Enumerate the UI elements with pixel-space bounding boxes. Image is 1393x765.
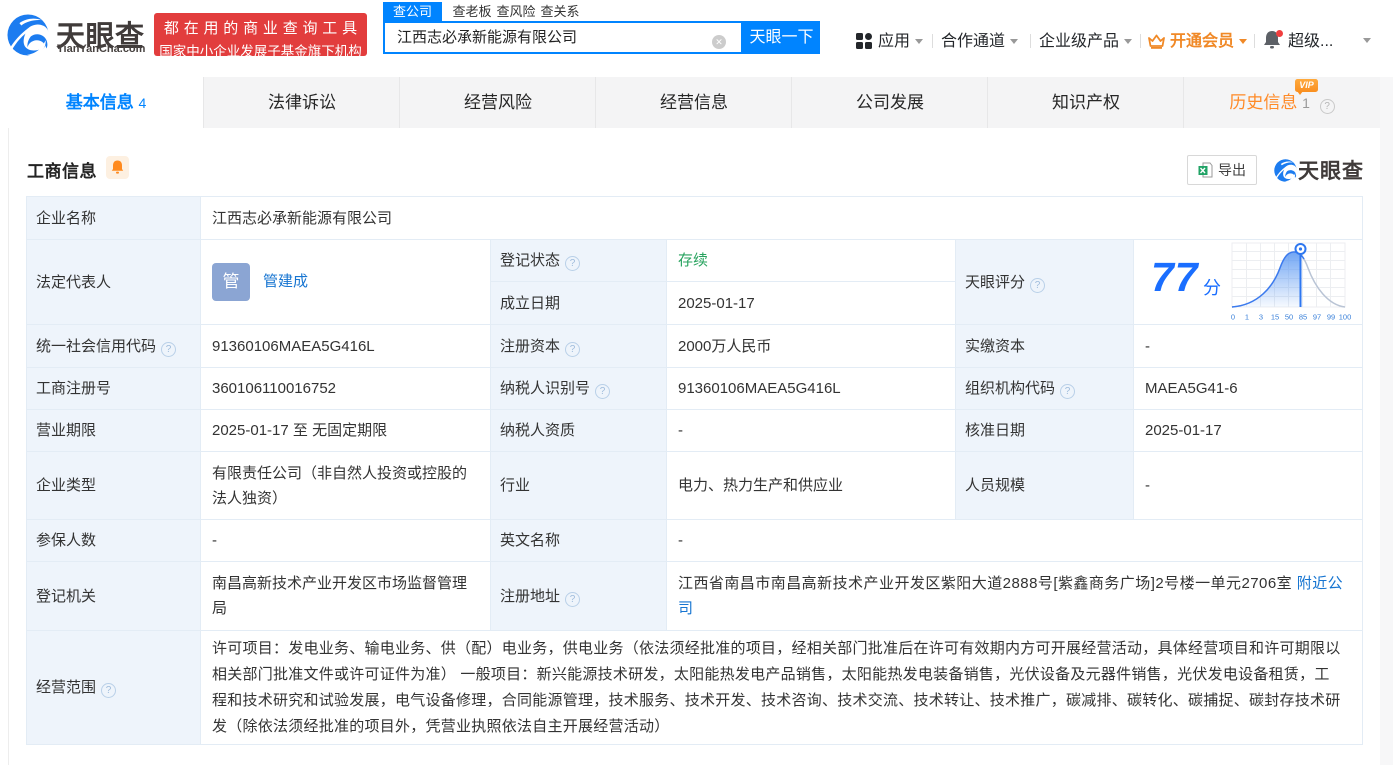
svg-text:99: 99 (1327, 313, 1335, 321)
svg-text:50: 50 (1285, 313, 1293, 321)
svg-text:1: 1 (1245, 313, 1249, 321)
svg-text:3: 3 (1259, 313, 1263, 321)
svg-text:85: 85 (1299, 313, 1307, 321)
svg-text:15: 15 (1271, 313, 1279, 321)
svg-text:100: 100 (1339, 313, 1352, 321)
svg-text:0: 0 (1231, 313, 1235, 321)
svg-text:97: 97 (1313, 313, 1321, 321)
